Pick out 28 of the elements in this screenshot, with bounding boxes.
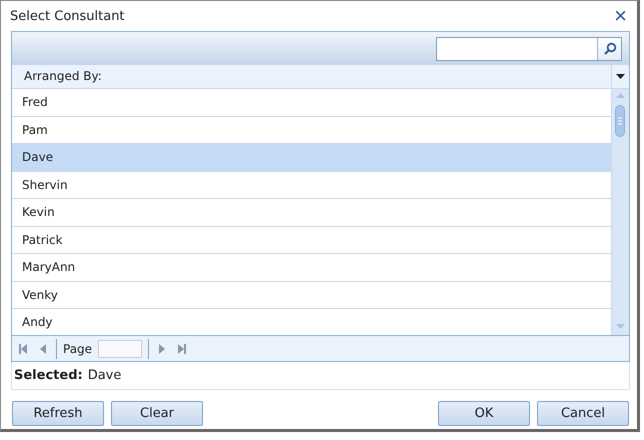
scroll-up-icon (616, 93, 625, 98)
skip-arrow-icon (18, 344, 28, 354)
list-row[interactable]: Dave (12, 144, 611, 172)
dialog-button[interactable]: Cancel (537, 401, 629, 426)
list-row[interactable]: Venky (12, 282, 611, 309)
search-icon (602, 42, 616, 56)
search-field[interactable] (436, 36, 622, 60)
list-row[interactable]: Pam (12, 116, 611, 144)
scroll-down-icon (616, 324, 625, 329)
arrow-icon (38, 344, 48, 354)
first-page-button[interactable] (16, 342, 30, 356)
window-title: Select Consultant (10, 8, 125, 24)
search-button[interactable] (597, 38, 621, 60)
dialog-button[interactable]: Refresh (12, 401, 104, 426)
dialog-button[interactable]: OK (438, 401, 530, 426)
column-header: Arranged By: (23, 68, 103, 85)
arrow-icon (157, 344, 168, 354)
page-label: Page (63, 342, 92, 356)
selected-label: Selected: (14, 368, 83, 383)
selected-value: Dave (88, 368, 122, 383)
page-field[interactable] (98, 340, 142, 358)
list-row[interactable]: Shervin (12, 172, 611, 199)
skip-arrow-icon (177, 344, 188, 354)
list-row[interactable]: Patrick (12, 226, 611, 254)
close-button[interactable]: × (614, 6, 627, 26)
dialog-button[interactable]: Clear (111, 401, 203, 426)
caret-icon (616, 74, 625, 79)
scrollbar-thumb[interactable] (615, 105, 625, 137)
